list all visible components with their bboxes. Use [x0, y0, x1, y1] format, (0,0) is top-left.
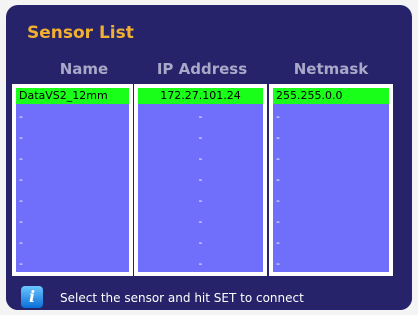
ip-address-cell[interactable]: - — [138, 151, 263, 167]
column-header-name: Name — [59, 60, 109, 78]
name-list[interactable]: DataVS2_12mm - - - - - - - - — [12, 84, 133, 276]
netmask-cell[interactable]: - — [273, 172, 389, 188]
name-list-body: DataVS2_12mm - - - - - - - - — [16, 88, 129, 272]
name-cell[interactable]: DataVS2_12mm — [16, 88, 129, 104]
ip-address-cell[interactable]: 172.27.101.24 — [138, 88, 263, 104]
netmask-cell[interactable]: - — [273, 130, 389, 146]
netmask-cell[interactable]: - — [273, 109, 389, 125]
name-cell[interactable]: - — [16, 109, 129, 125]
ip-address-list[interactable]: 172.27.101.24 - - - - - - - - — [134, 84, 267, 276]
ip-address-cell[interactable]: - — [138, 109, 263, 125]
info-icon: i — [21, 286, 43, 308]
name-cell[interactable]: - — [16, 256, 129, 272]
ip-address-cell[interactable]: - — [138, 193, 263, 209]
column-header-ip-address: IP Address — [156, 60, 248, 78]
ip-address-list-body: 172.27.101.24 - - - - - - - - — [138, 88, 263, 272]
name-cell[interactable]: - — [16, 193, 129, 209]
netmask-cell[interactable]: - — [273, 214, 389, 230]
name-cell[interactable]: - — [16, 172, 129, 188]
name-cell[interactable]: - — [16, 235, 129, 251]
column-header-netmask: Netmask — [293, 60, 369, 78]
netmask-cell[interactable]: 255.255.0.0 — [273, 88, 389, 104]
netmask-cell[interactable]: - — [273, 256, 389, 272]
netmask-list[interactable]: 255.255.0.0 - - - - - - - - — [269, 84, 393, 276]
ip-address-cell[interactable]: - — [138, 214, 263, 230]
status-message: Select the sensor and hit SET to connect — [60, 291, 304, 305]
ip-address-cell[interactable]: - — [138, 235, 263, 251]
panel-title: Sensor List — [27, 23, 134, 43]
ip-address-cell[interactable]: - — [138, 130, 263, 146]
name-cell[interactable]: - — [16, 151, 129, 167]
netmask-cell[interactable]: - — [273, 151, 389, 167]
netmask-cell[interactable]: - — [273, 235, 389, 251]
name-cell[interactable]: - — [16, 130, 129, 146]
netmask-list-body: 255.255.0.0 - - - - - - - - — [273, 88, 389, 272]
ip-address-cell[interactable]: - — [138, 172, 263, 188]
name-cell[interactable]: - — [16, 214, 129, 230]
netmask-cell[interactable]: - — [273, 193, 389, 209]
sensor-list-panel: Sensor List Name IP Address Netmask Data… — [6, 5, 412, 310]
ip-address-cell[interactable]: - — [138, 256, 263, 272]
